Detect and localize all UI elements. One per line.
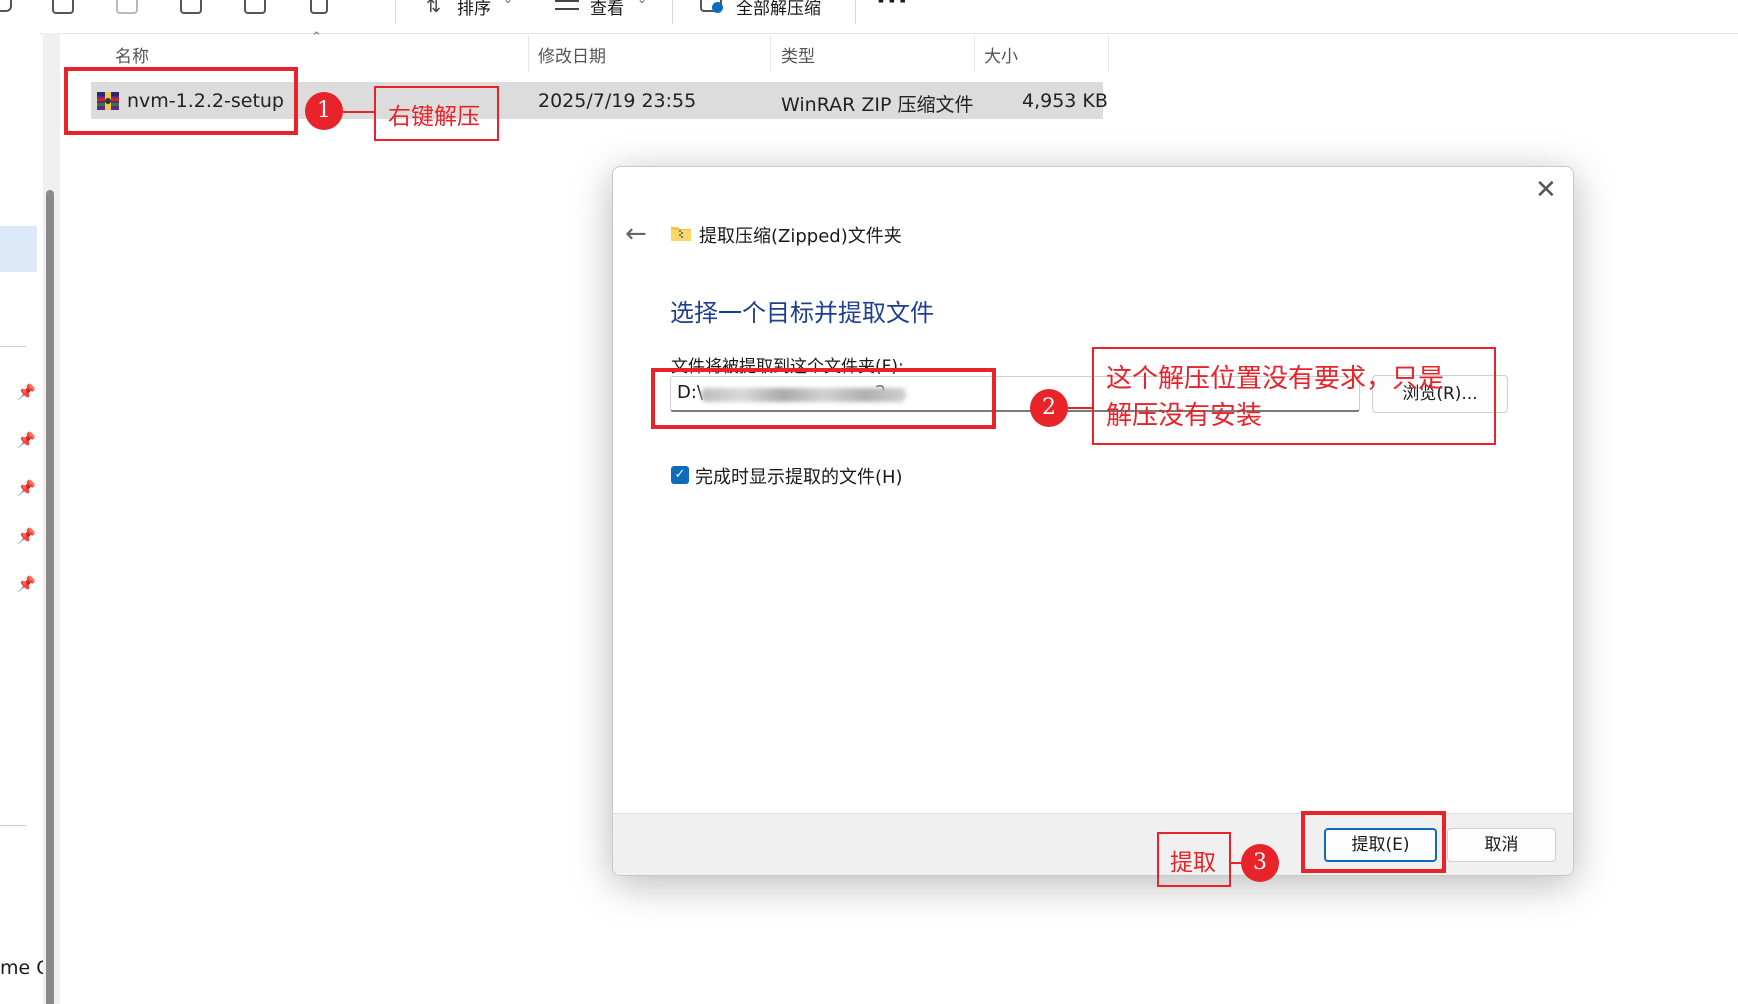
close-icon[interactable]: ✕	[1535, 175, 1557, 205]
column-divider[interactable]	[974, 36, 975, 72]
extract-dialog: ✕ ← 提取压缩(Zipped)文件夹 选择一个目标并提取文件 文件将被提取到这…	[612, 166, 1574, 876]
annotation-1-text: 右键解压	[388, 104, 480, 130]
pin-icon[interactable]: 📌	[17, 479, 36, 497]
view-icon[interactable]	[555, 0, 579, 10]
more-options-button[interactable]: ···	[876, 0, 909, 16]
share-icon[interactable]	[180, 0, 202, 14]
chevron-down-icon[interactable]: ⌄	[637, 0, 647, 6]
annotation-1-highlight	[64, 67, 298, 135]
sort-icon[interactable]: ⇅	[426, 0, 441, 17]
nav-divider	[0, 825, 26, 826]
copy-path-icon[interactable]	[52, 0, 74, 14]
annotation-2-highlight	[651, 368, 996, 429]
annotation-3-text: 提取	[1170, 850, 1216, 876]
command-bar: ⇅ 排序 ⌄ 查看 ⌄ 全部解压缩 ···	[0, 0, 1738, 34]
annotation-2-text-line2: 解压没有安装	[1106, 401, 1263, 431]
column-divider[interactable]	[528, 36, 529, 72]
file-modified: 2025/7/19 23:55	[538, 90, 697, 112]
file-type: WinRAR ZIP 压缩文件	[781, 94, 974, 116]
column-header-type[interactable]: 类型	[781, 42, 815, 67]
extract-all-badge-icon	[712, 2, 723, 13]
column-header-name[interactable]: 名称	[115, 42, 149, 67]
column-header-size[interactable]: 大小	[984, 42, 1018, 67]
nav-divider	[0, 346, 26, 347]
annotation-2-text-line1: 这个解压位置没有要求，只是	[1106, 364, 1445, 394]
dialog-title: 提取压缩(Zipped)文件夹	[699, 226, 902, 247]
file-size: 4,953 KB	[1022, 90, 1108, 112]
column-divider[interactable]	[770, 36, 771, 72]
column-divider[interactable]	[1108, 36, 1109, 72]
delete-icon[interactable]	[310, 0, 328, 14]
annotation-1-badge: 1	[305, 92, 343, 130]
paste-icon[interactable]	[116, 0, 138, 14]
cancel-button[interactable]: 取消	[1447, 828, 1556, 862]
pin-icon[interactable]: 📌	[17, 575, 36, 593]
column-header-modified[interactable]: 修改日期	[538, 42, 606, 67]
pin-icon[interactable]: 📌	[17, 527, 36, 545]
dialog-heading: 选择一个目标并提取文件	[670, 299, 934, 327]
nav-selected-item[interactable]	[0, 226, 37, 272]
annotation-3-highlight	[1301, 811, 1446, 873]
checkbox-checked-icon[interactable]: ✓	[671, 466, 689, 484]
copy-icon[interactable]	[0, 0, 12, 12]
show-files-checkbox-label[interactable]: 完成时显示提取的文件(H)	[695, 463, 903, 489]
toolbar-divider	[672, 0, 673, 24]
sort-button[interactable]: 排序	[457, 0, 491, 19]
pin-icon[interactable]: 📌	[17, 383, 36, 401]
zip-folder-icon	[671, 227, 691, 241]
view-button[interactable]: 查看	[590, 0, 624, 19]
toolbar-divider	[395, 0, 396, 24]
pin-icon[interactable]: 📌	[17, 431, 36, 449]
annotation-2-connector	[1068, 407, 1092, 409]
annotation-1-connector	[343, 111, 375, 113]
annotation-3-badge: 3	[1241, 844, 1279, 882]
back-arrow-icon[interactable]: ←	[625, 219, 647, 249]
nav-scrollbar-thumb[interactable]	[46, 190, 54, 1004]
navigation-pane	[0, 33, 40, 1004]
extract-all-button[interactable]: 全部解压缩	[736, 0, 821, 19]
export-icon[interactable]	[244, 0, 266, 14]
sort-ascending-icon: ⌃	[311, 30, 322, 45]
chevron-down-icon[interactable]: ⌄	[503, 0, 513, 6]
toolbar-divider	[855, 0, 856, 24]
annotation-2-badge: 2	[1030, 389, 1068, 427]
